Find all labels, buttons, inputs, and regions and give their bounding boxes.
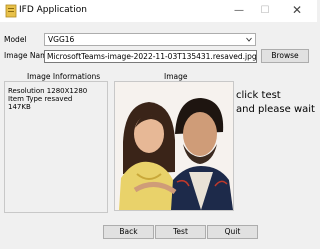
status-message-line1: click test xyxy=(236,90,281,101)
close-button[interactable]: ✕ xyxy=(286,2,308,19)
browse-button[interactable]: Browse xyxy=(261,49,309,63)
image-name-value: MicrosoftTeams-image-2022-11-03T135431.r… xyxy=(47,52,257,61)
app-window: IFD Application — ☐ ✕ Model VGG16 Image … xyxy=(0,0,317,249)
back-button[interactable]: Back xyxy=(103,225,154,239)
image-preview xyxy=(114,81,234,211)
info-group-title: Image Informations xyxy=(27,72,101,81)
maximize-button[interactable]: ☐ xyxy=(254,2,276,19)
model-label: Model xyxy=(4,35,27,44)
status-message-line2: and please wait xyxy=(236,104,315,115)
model-select-value: VGG16 xyxy=(48,35,75,44)
chevron-down-icon xyxy=(246,37,252,42)
image-info-panel: Resolution 1280X1280 Item Type resaved 1… xyxy=(4,81,108,213)
model-select[interactable]: VGG16 xyxy=(44,33,256,46)
info-size: 147KB xyxy=(8,103,31,111)
minimize-button[interactable]: — xyxy=(228,2,250,19)
info-item-type: Item Type resaved xyxy=(8,95,73,103)
app-icon xyxy=(5,4,17,18)
quit-button[interactable]: Quit xyxy=(207,225,258,239)
preview-photo xyxy=(115,82,233,210)
title-bar: IFD Application — ☐ ✕ xyxy=(0,0,317,22)
window-title: IFD Application xyxy=(19,5,87,15)
info-resolution: Resolution 1280X1280 xyxy=(8,87,88,95)
image-group-title: Image xyxy=(164,72,188,81)
image-name-input[interactable]: MicrosoftTeams-image-2022-11-03T135431.r… xyxy=(44,50,257,63)
test-button[interactable]: Test xyxy=(155,225,206,239)
